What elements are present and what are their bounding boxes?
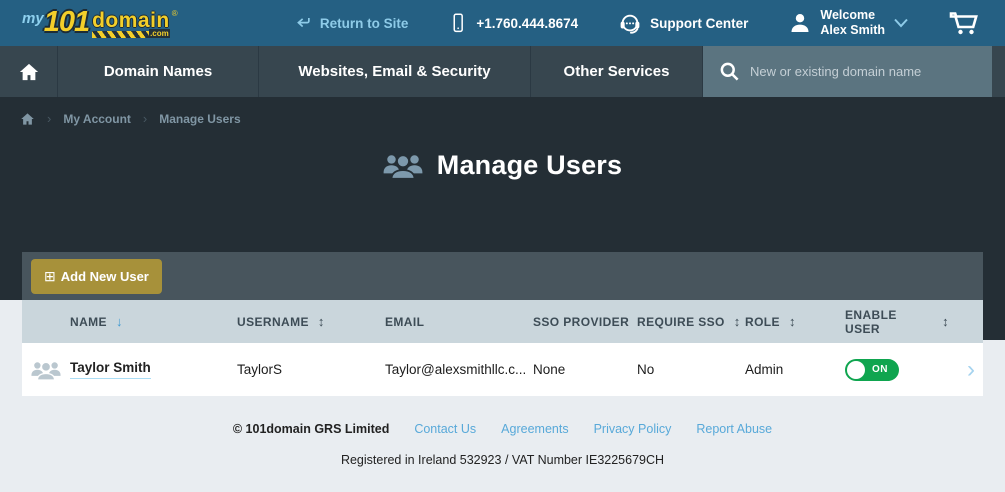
main-nav: Domain Names Websites, Email & Security … <box>0 46 1005 97</box>
sort-both-icon[interactable]: ↕ <box>942 314 949 329</box>
breadcrumb-home-icon[interactable] <box>20 112 35 126</box>
mobile-phone-icon <box>448 12 468 34</box>
nav-item-other-services[interactable]: Other Services <box>531 46 703 97</box>
cell-role: Admin <box>745 362 784 377</box>
return-arrow-icon <box>295 15 312 32</box>
sort-down-icon[interactable]: ↓ <box>116 314 123 329</box>
breadcrumb-manage-users[interactable]: Manage Users <box>159 112 240 126</box>
breadcrumb-separator: › <box>142 111 148 126</box>
headset-icon <box>618 12 642 35</box>
header-require-sso[interactable]: REQUIRE SSO ↕ <box>637 314 745 329</box>
welcome-text: Welcome Alex Smith <box>820 8 885 37</box>
nav-filler <box>992 46 1005 97</box>
cell-row-chevron: › <box>949 357 983 381</box>
cell-username: TaylorS <box>237 362 283 377</box>
domain-search-box <box>703 46 992 97</box>
account-menu[interactable]: Welcome Alex Smith <box>788 8 909 38</box>
nav-item-domain-names[interactable]: Domain Names <box>58 46 259 97</box>
logo-hazard-stripes: .com <box>92 28 170 38</box>
header-enable-user[interactable]: ENABLE USER ↕ <box>845 308 949 336</box>
toggle-knob <box>847 360 865 379</box>
cell-require-sso: No <box>637 362 655 377</box>
support-center-link[interactable]: Support Center <box>618 12 748 35</box>
breadcrumb: › My Account › Manage Users <box>0 97 1005 126</box>
logo-tld: .com <box>149 28 170 38</box>
cell-enable-user: ON <box>845 358 949 381</box>
header-username[interactable]: USERNAME ↕ <box>237 314 385 329</box>
add-new-user-button[interactable]: ⊞ Add New User <box>31 258 162 294</box>
add-icon: ⊞ <box>44 267 56 284</box>
cart-icon <box>949 10 979 36</box>
chevron-down-icon <box>893 17 909 29</box>
copyright-text: © 101domain GRS Limited <box>232 422 390 436</box>
return-to-site-label: Return to Site <box>319 15 409 31</box>
page-title-row: Manage Users <box>0 150 1005 181</box>
header-sso-provider: SSO PROVIDER <box>533 314 630 329</box>
table-toolbar: ⊞ Add New User <box>22 252 983 300</box>
support-center-label: Support Center <box>650 15 749 31</box>
logo-prefix: my <box>22 9 44 27</box>
table-row[interactable]: Taylor Smith TaylorS Taylor@alexsmithllc… <box>22 343 983 396</box>
header-email: EMAIL <box>385 314 425 329</box>
footer-link-privacy-policy[interactable]: Privacy Policy <box>594 422 672 436</box>
phone-number: +1.760.444.8674 <box>476 15 579 31</box>
footer-link-agreements[interactable]: Agreements <box>501 422 568 436</box>
cart-button[interactable] <box>949 10 979 36</box>
registered-mark: ® <box>171 8 178 18</box>
domain-search-input[interactable] <box>750 64 970 79</box>
enable-user-toggle[interactable]: ON <box>845 358 899 381</box>
users-group-icon <box>383 152 423 179</box>
breadcrumb-separator: › <box>47 111 52 126</box>
users-table-header: NAME ↓ USERNAME ↕ EMAIL SSO PROVIDER REQ… <box>22 300 983 343</box>
cell-sso-provider: None <box>533 362 566 377</box>
sort-both-icon[interactable]: ↕ <box>734 314 741 329</box>
page-title: Manage Users <box>436 150 623 180</box>
user-icon <box>788 11 812 35</box>
hero-section: › My Account › Manage Users Manage Users… <box>0 97 1005 300</box>
sort-both-icon[interactable]: ↕ <box>789 314 796 329</box>
top-bar: my 101 domain .com ® Return to Site +1.7… <box>0 0 1005 46</box>
return-to-site-link[interactable]: Return to Site <box>295 15 409 32</box>
chevron-right-icon[interactable]: › <box>967 357 975 381</box>
nav-home-button[interactable] <box>0 46 58 97</box>
footer-link-report-abuse[interactable]: Report Abuse <box>696 422 772 436</box>
content-section: NAME ↓ USERNAME ↕ EMAIL SSO PROVIDER REQ… <box>0 300 1005 492</box>
phone-link[interactable]: +1.760.444.8674 <box>448 12 578 34</box>
footer-link-contact-us[interactable]: Contact Us <box>414 422 476 436</box>
header-name[interactable]: NAME ↓ <box>70 314 237 329</box>
registration-text: Registered in Ireland 532923 / VAT Numbe… <box>340 453 665 467</box>
cell-email: Taylor@alexsmithllc.c... <box>385 362 527 377</box>
search-icon <box>719 61 740 82</box>
sort-both-icon[interactable]: ↕ <box>318 314 325 329</box>
home-icon <box>18 62 40 82</box>
topbar-actions: Return to Site +1.760.444.8674 Support C… <box>295 8 979 38</box>
header-role[interactable]: ROLE ↕ <box>745 314 845 329</box>
user-name-link[interactable]: Taylor Smith <box>70 360 151 379</box>
footer-links-row: © 101domain GRS Limited Contact Us Agree… <box>0 422 1005 436</box>
users-table: NAME ↓ USERNAME ↕ EMAIL SSO PROVIDER REQ… <box>22 300 983 396</box>
breadcrumb-my-account[interactable]: My Account <box>63 112 131 126</box>
logo-number: 101 <box>43 5 90 38</box>
users-group-icon <box>31 360 61 380</box>
hero-corner-notch <box>983 300 1005 340</box>
toggle-state-label: ON <box>872 364 888 375</box>
row-user-icon-cell <box>22 360 70 380</box>
nav-item-websites-email-security[interactable]: Websites, Email & Security <box>259 46 531 97</box>
cell-name: Taylor Smith <box>70 360 237 379</box>
logo-word: domain .com <box>92 8 170 38</box>
site-logo[interactable]: my 101 domain .com ® <box>22 5 178 38</box>
